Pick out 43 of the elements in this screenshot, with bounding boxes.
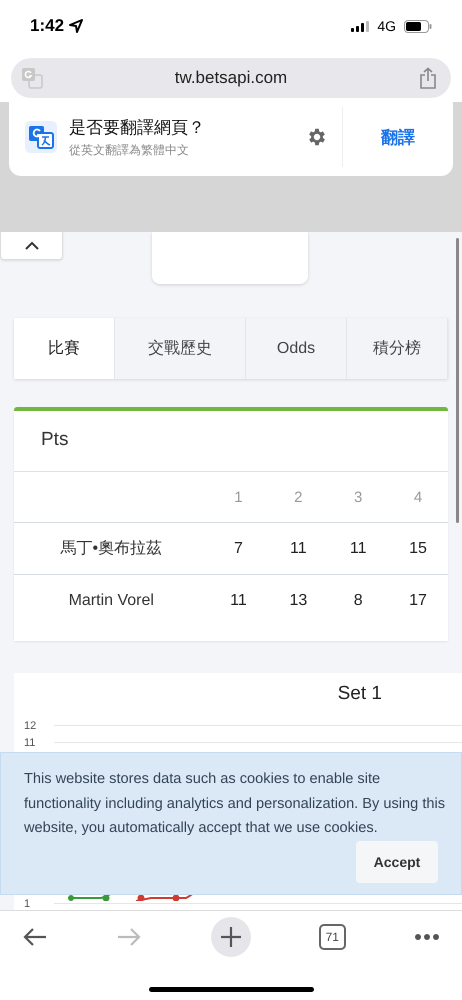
translate-icon: [25, 121, 57, 153]
axis-label: 11: [23, 736, 36, 748]
accept-button[interactable]: Accept: [356, 841, 438, 883]
signal-icon: [351, 20, 370, 32]
table-cell-text: 13: [288, 592, 308, 610]
share-icon[interactable]: [419, 67, 437, 89]
table-cell-text: 17: [408, 592, 428, 610]
table-cell-text: 8: [352, 592, 364, 610]
translate-title: 是否要翻譯網頁？: [69, 116, 206, 138]
chart-title: Set 1: [336, 682, 383, 706]
battery-icon: [404, 20, 432, 32]
plus-icon: [220, 926, 242, 948]
chevron-up-icon: [24, 241, 38, 250]
tab[interactable]: 比賽: [14, 318, 115, 379]
axis-label: 1: [23, 898, 32, 910]
column-header: 2: [293, 488, 304, 506]
table-cell-text: 11: [348, 540, 368, 558]
address-bar[interactable]: tw.betsapi.com: [11, 58, 451, 98]
network-type: 4G: [377, 18, 396, 34]
table-cell-text: 7: [233, 540, 244, 558]
player-name: 馬丁•奧布拉茲: [59, 538, 164, 559]
axis-label: 12: [23, 720, 38, 732]
translate-subtitle: 從英文翻譯為繁體中文: [69, 142, 190, 158]
tab[interactable]: Odds: [246, 318, 347, 379]
column-header: 4: [412, 488, 424, 506]
status-time: 1:42: [30, 16, 64, 36]
more-icon[interactable]: [414, 933, 440, 941]
card-title: Pts: [14, 411, 448, 472]
url-text: tw.betsapi.com: [174, 68, 288, 88]
new-tab-button[interactable]: [210, 917, 250, 957]
tab-switcher-button[interactable]: 71: [318, 924, 346, 950]
tab[interactable]: 積分榜: [347, 318, 448, 379]
back-icon[interactable]: [22, 927, 48, 947]
table-cell-text: 11: [229, 592, 248, 610]
table-cell-text: 11: [289, 540, 308, 558]
column-header: 3: [353, 488, 364, 506]
tab[interactable]: 交戰歷史: [115, 318, 246, 379]
table-cell-text: 15: [408, 540, 428, 558]
location-arrow-icon: [69, 19, 84, 33]
column-header: 1: [233, 488, 244, 506]
cookie-notice: This website stores data such as cookies to enable site functionality including analytics and personalization. By using this website, you automatically accept that we use cookies.: [24, 770, 446, 838]
player-name: Martin Vorel: [68, 592, 155, 610]
translate-button[interactable]: 翻譯: [343, 124, 453, 150]
